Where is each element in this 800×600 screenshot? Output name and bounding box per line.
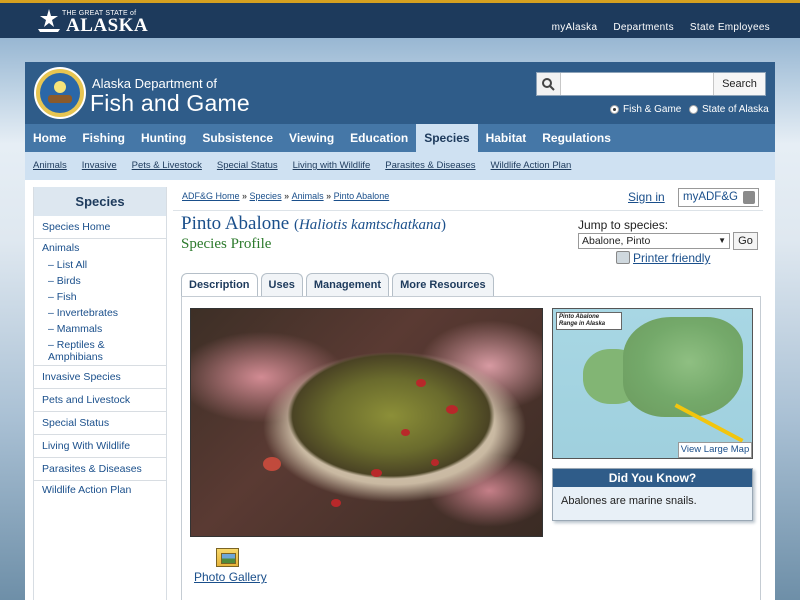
sub-nav: Animals Invasive Pets & Livestock Specia… <box>25 152 775 180</box>
dept-name-line2: Fish and Game <box>90 90 250 116</box>
scientific-name: Haliotis kamtschatkana <box>298 217 442 233</box>
jump-selected-value: Abalone, Pinto <box>582 235 651 247</box>
radio-selected-icon <box>610 105 619 114</box>
nav-viewing[interactable]: Viewing <box>281 124 342 152</box>
subnav-special-status[interactable]: Special Status <box>217 152 278 180</box>
range-map[interactable]: Pinto Abalone Range in Alaska <box>552 308 753 459</box>
state-top-bar: THE GREAT STATE of ALASKA myAlaska Depar… <box>0 0 800 38</box>
jump-to-species-select[interactable]: Abalone, Pinto ▼ <box>578 233 730 249</box>
state-top-nav: myAlaska Departments State Employees <box>552 22 770 33</box>
sidebar-item-pets-and-livestock[interactable]: Pets and Livestock <box>34 389 166 412</box>
printer-friendly-link[interactable]: Printer friendly <box>616 251 711 265</box>
photo-gallery-icon[interactable] <box>216 548 239 567</box>
sidebar-item-reptiles-amphibians[interactable]: Reptiles & Amphibians <box>34 337 166 366</box>
subnav-animals[interactable]: Animals <box>33 152 67 180</box>
nav-fishing[interactable]: Fishing <box>74 124 133 152</box>
sidebar-item-parasites-diseases[interactable]: Parasites & Diseases <box>34 458 166 481</box>
header-divider <box>173 210 763 211</box>
range-map-label: Pinto Abalone Range in Alaska <box>556 312 622 330</box>
tab-uses[interactable]: Uses <box>260 273 303 296</box>
sidebar-item-mammals[interactable]: Mammals <box>34 321 166 337</box>
search-icon <box>537 73 561 95</box>
profile-tabs: Description Uses Management More Resourc… <box>181 273 494 297</box>
common-name: Pinto Abalone <box>181 213 290 234</box>
dept-name-line1: Alaska Department of <box>92 76 218 91</box>
sidebar-item-living-with-wildlife[interactable]: Living With Wildlife <box>34 435 166 458</box>
nav-subsistence[interactable]: Subsistence <box>194 124 281 152</box>
nav-habitat[interactable]: Habitat <box>478 124 535 152</box>
sign-in-link[interactable]: Sign in <box>628 190 665 204</box>
scope-state-of-alaska[interactable]: State of Alaska <box>689 104 769 115</box>
species-sidebar: Species Species HomeAnimalsList AllBirds… <box>33 187 167 600</box>
printer-friendly-label: Printer friendly <box>633 251 711 265</box>
scope-state-of-alaska-label: State of Alaska <box>702 104 769 115</box>
tab-management[interactable]: Management <box>305 273 390 296</box>
top-nav-myalaska[interactable]: myAlaska <box>552 22 598 33</box>
user-icon <box>743 191 755 204</box>
chevron-down-icon: ▼ <box>718 236 726 245</box>
sidebar-item-animals[interactable]: Animals <box>34 239 166 257</box>
scientific-name-wrapper: (Haliotis kamtschatkana) <box>293 217 447 233</box>
subnav-pets-livestock[interactable]: Pets & Livestock <box>132 152 202 180</box>
did-you-know-box: Did You Know? Abalones are marine snails… <box>552 468 753 521</box>
top-nav-state-employees[interactable]: State Employees <box>690 22 770 33</box>
breadcrumb-current[interactable]: Pinto Abalone <box>334 191 390 201</box>
page-wrapper: Alaska Department of Fish and Game Searc… <box>25 62 775 600</box>
subnav-parasites-diseases[interactable]: Parasites & Diseases <box>385 152 475 180</box>
sidebar-item-special-status[interactable]: Special Status <box>34 412 166 435</box>
go-button[interactable]: Go <box>733 232 758 250</box>
nav-home[interactable]: Home <box>25 124 74 152</box>
main-nav: Home Fishing Hunting Subsistence Viewing… <box>25 124 775 152</box>
adfg-seal-icon[interactable] <box>34 67 86 119</box>
search-input[interactable] <box>562 73 714 95</box>
my-adfg-button[interactable]: myADF&G <box>678 188 759 207</box>
search-box: Search <box>536 72 766 96</box>
top-nav-departments[interactable]: Departments <box>613 22 674 33</box>
breadcrumb-animals[interactable]: Animals <box>292 191 324 201</box>
printer-icon <box>616 251 630 264</box>
nav-education[interactable]: Education <box>342 124 416 152</box>
nav-regulations[interactable]: Regulations <box>534 124 619 152</box>
search-button[interactable]: Search <box>713 73 765 95</box>
breadcrumb-home[interactable]: ADF&G Home <box>182 191 240 201</box>
radio-unselected-icon <box>689 105 698 114</box>
tab-description[interactable]: Description <box>181 273 258 297</box>
alaska-star-icon <box>38 9 60 32</box>
site-header: Alaska Department of Fish and Game Searc… <box>25 62 775 124</box>
nav-species[interactable]: Species <box>416 124 478 152</box>
abalone-photo[interactable] <box>190 308 543 537</box>
sidebar-title: Species <box>34 187 166 216</box>
tab-more-resources[interactable]: More Resources <box>392 273 494 296</box>
sidebar-item-list-all[interactable]: List All <box>34 257 166 273</box>
sidebar-item-fish[interactable]: Fish <box>34 289 166 305</box>
breadcrumb: ADF&G Home » Species » Animals » Pinto A… <box>182 191 390 201</box>
did-you-know-text: Abalones are marine snails. <box>561 495 697 507</box>
sidebar-item-birds[interactable]: Birds <box>34 273 166 289</box>
sidebar-item-species-home[interactable]: Species Home <box>34 216 166 239</box>
breadcrumb-species[interactable]: Species <box>250 191 282 201</box>
nav-hunting[interactable]: Hunting <box>133 124 194 152</box>
photo-gallery-link[interactable]: Photo Gallery <box>194 570 267 584</box>
scope-fish-and-game[interactable]: Fish & Game <box>610 104 681 115</box>
sidebar-list: Species HomeAnimalsList AllBirdsFishInve… <box>34 216 166 499</box>
page-subtitle: Species Profile <box>181 236 272 252</box>
state-logo-big-text: ALASKA <box>66 15 149 36</box>
sidebar-item-invasive-species[interactable]: Invasive Species <box>34 366 166 389</box>
jump-to-species-label: Jump to species: <box>578 218 669 232</box>
subnav-wildlife-action-plan[interactable]: Wildlife Action Plan <box>491 152 572 180</box>
view-large-map-link[interactable]: View Large Map <box>678 442 752 458</box>
my-adfg-label: myADF&G <box>683 191 738 203</box>
subnav-living-with-wildlife[interactable]: Living with Wildlife <box>293 152 371 180</box>
scope-fish-and-game-label: Fish & Game <box>623 104 682 115</box>
subnav-invasive[interactable]: Invasive <box>82 152 117 180</box>
page-title: Pinto Abalone (Haliotis kamtschatkana) <box>181 213 446 235</box>
sidebar-item-wildlife-action-plan[interactable]: Wildlife Action Plan <box>34 481 166 499</box>
did-you-know-title: Did You Know? <box>553 469 752 487</box>
sidebar-item-invertebrates[interactable]: Invertebrates <box>34 305 166 321</box>
